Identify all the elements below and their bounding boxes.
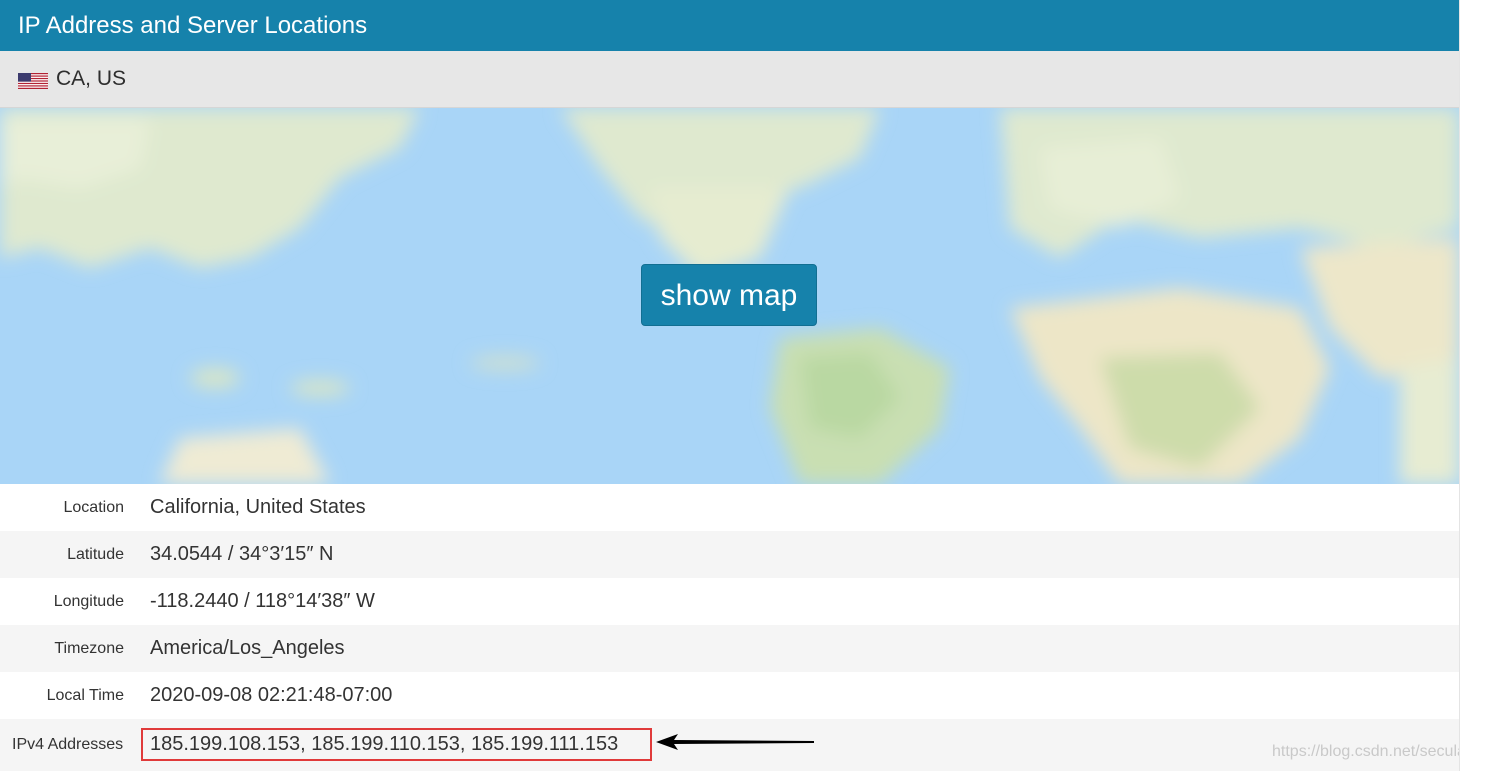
detail-label: Longitude bbox=[53, 592, 124, 610]
detail-label: Timezone bbox=[54, 639, 124, 657]
ipv4-label: IPv4 Addresses bbox=[12, 736, 124, 753]
us-flag-icon bbox=[18, 73, 48, 89]
detail-value: -118.2440 / 118°14′38″ W bbox=[150, 590, 375, 612]
detail-label: Local Time bbox=[46, 686, 124, 704]
detail-label: Location bbox=[63, 498, 125, 516]
show-map-button[interactable]: show map bbox=[641, 264, 817, 326]
detail-row-latitude: Latitude 34.0544 / 34°3′15″ N bbox=[0, 531, 1459, 578]
ipv4-addresses-value: 185.199.108.153, 185.199.110.153, 185.19… bbox=[150, 733, 619, 755]
left-arrow-icon bbox=[656, 734, 814, 750]
detail-row-longitude: Longitude -118.2440 / 118°14′38″ W bbox=[0, 578, 1459, 625]
ip-location-panel: IP Address and Server Locations CA, US s… bbox=[0, 0, 1459, 771]
detail-value: America/Los_Angeles bbox=[150, 637, 345, 659]
page-right-edge bbox=[1459, 0, 1488, 771]
detail-row-timezone: Timezone America/Los_Angeles bbox=[0, 625, 1459, 672]
location-summary: CA, US bbox=[56, 67, 127, 90]
panel-header: IP Address and Server Locations bbox=[0, 0, 1459, 51]
detail-value: 2020-09-08 02:21:48-07:00 bbox=[150, 684, 393, 706]
map-preview: show map bbox=[0, 108, 1459, 484]
watermark: https://blog.csdn.net/secular_ bbox=[1272, 743, 1459, 760]
detail-row-location: Location California, United States bbox=[0, 484, 1459, 531]
detail-value: 34.0544 / 34°3′15″ N bbox=[150, 543, 334, 565]
detail-value: California, United States bbox=[150, 496, 366, 518]
detail-row-local-time: Local Time 2020-09-08 02:21:48-07:00 bbox=[0, 672, 1459, 719]
location-bar: CA, US bbox=[0, 51, 1459, 108]
panel-title: IP Address and Server Locations bbox=[18, 12, 368, 39]
detail-label: Latitude bbox=[67, 545, 124, 563]
